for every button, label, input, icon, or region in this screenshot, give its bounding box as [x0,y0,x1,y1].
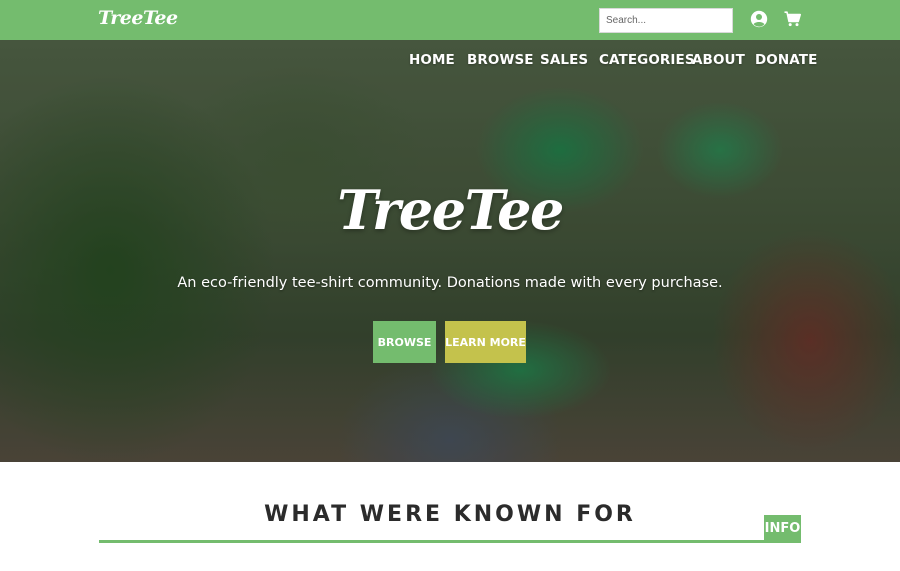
shopping-cart-icon[interactable] [784,11,801,27]
hero-image-overlay [0,40,900,462]
main-navigation: HOME BROWSE SALES CATEGORIES ABOUT DONAT… [0,52,900,72]
hero-banner [0,40,900,462]
nav-item-browse[interactable]: BROWSE [467,52,534,68]
nav-item-sales[interactable]: SALES [540,52,588,68]
browse-button[interactable]: BROWSE [373,321,436,363]
learn-more-button[interactable]: LEARN MORE [445,321,526,363]
info-tab[interactable]: INFO [764,515,801,542]
nav-item-home[interactable]: HOME [409,52,455,68]
nav-item-categories[interactable]: CATEGORIES [599,52,695,68]
nav-item-donate[interactable]: DONATE [755,52,817,68]
hero-tagline: An eco-friendly tee-shirt community. Don… [177,275,723,291]
site-logo[interactable]: TreeTee [98,7,178,29]
hero-title: TreeTee [337,178,564,242]
section-divider [99,540,801,543]
top-header-bar: TreeTee [0,0,900,40]
search-input[interactable] [599,8,733,33]
nav-item-about[interactable]: ABOUT [692,52,745,68]
user-circle-icon[interactable] [750,10,768,28]
